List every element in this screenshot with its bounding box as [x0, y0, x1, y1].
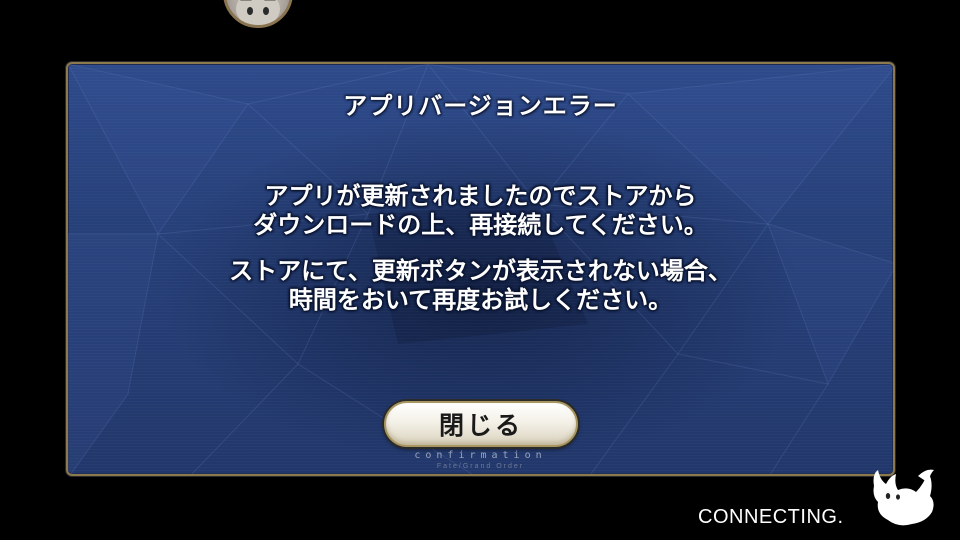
- dialog-title: アプリバージョンエラー: [343, 92, 618, 120]
- message-line: ストアにて、更新ボタンが表示されない場合、: [229, 257, 732, 285]
- dialog-message: アプリが更新されましたのでストアから ダウンロードの上、再接続してください。 ス…: [68, 182, 893, 315]
- message-line: ダウンロードの上、再接続してください。: [253, 211, 708, 239]
- character-avatar-icon: [223, 0, 293, 28]
- fou-mascot-icon: [868, 466, 938, 534]
- message-line: アプリが更新されましたのでストアから: [264, 182, 697, 210]
- connecting-status: CONNECTING.: [698, 506, 844, 528]
- game-title-caption: Fate/Grand Order: [436, 463, 525, 470]
- close-button[interactable]: 閉じる: [384, 401, 578, 447]
- version-error-dialog: アプリバージョンエラー アプリが更新されましたのでストアから ダウンロードの上、…: [66, 62, 895, 476]
- message-line: 時間をおいて再度お試しください。: [288, 286, 673, 314]
- confirmation-caption: confirmation: [414, 450, 547, 461]
